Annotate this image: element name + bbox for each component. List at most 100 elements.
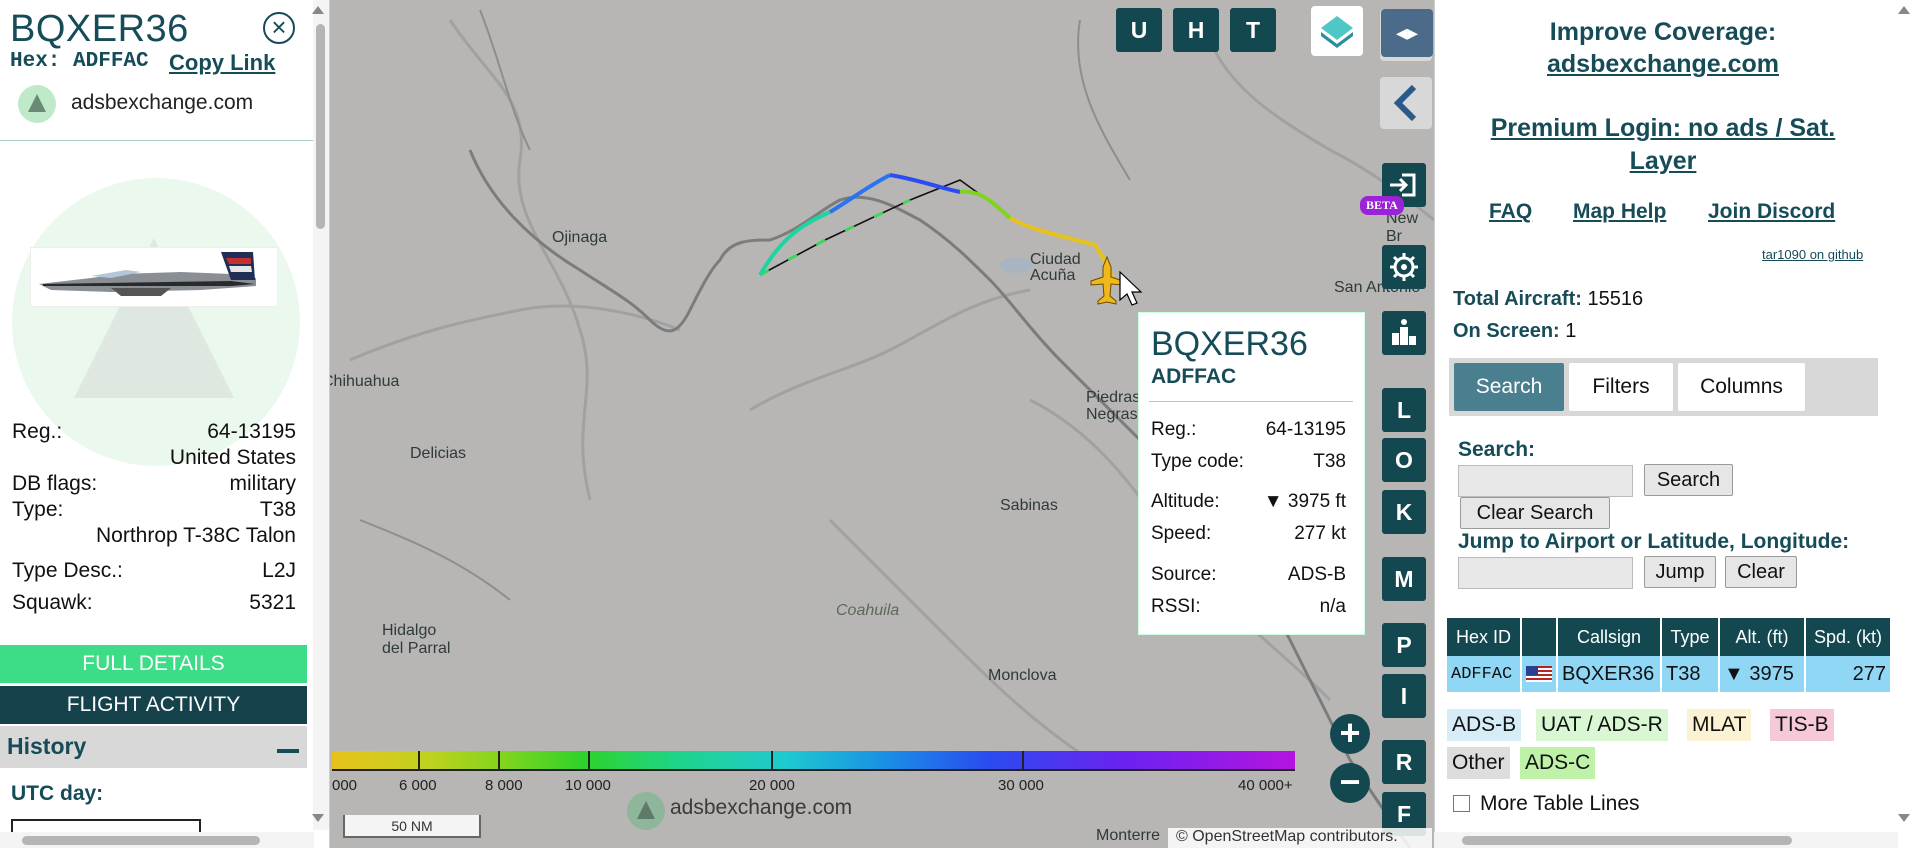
- row-callsign[interactable]: BQXER36: [1557, 656, 1662, 692]
- source-chip-adsc[interactable]: ADS-C: [1520, 747, 1596, 779]
- tab-search[interactable]: Search: [1454, 363, 1564, 411]
- table-row[interactable]: ADFFAC BQXER36 T38 ▼ 3975 277: [1447, 656, 1892, 692]
- row-hex[interactable]: ADFFAC: [1447, 656, 1522, 692]
- zoom-in-button[interactable]: +: [1330, 714, 1370, 754]
- total-aircraft-label: Total Aircraft:: [1453, 288, 1582, 310]
- typedesc-value: L2J: [262, 559, 296, 582]
- toggle-sidebar-button[interactable]: ◂▸: [1381, 9, 1433, 57]
- stats-button[interactable]: [1382, 311, 1426, 355]
- layers-button[interactable]: [1311, 6, 1363, 56]
- map-button-u[interactable]: U: [1116, 8, 1162, 52]
- left-scroll-thumb[interactable]: [316, 24, 325, 229]
- adsbexchange-logo-icon: [18, 85, 56, 123]
- right-scroll-down-icon[interactable]: [1898, 814, 1910, 822]
- panel-tabs: Search Filters Columns: [1449, 358, 1878, 416]
- flight-activity-button[interactable]: FLIGHT ACTIVITY: [0, 686, 307, 724]
- source-chip-uat[interactable]: UAT / ADS-R: [1536, 709, 1668, 741]
- map-button-i[interactable]: I: [1382, 674, 1426, 718]
- podium-icon: [1392, 319, 1416, 345]
- search-input[interactable]: [1458, 465, 1633, 497]
- close-icon[interactable]: ×: [263, 12, 295, 44]
- row-type[interactable]: T38: [1661, 656, 1720, 692]
- tab-filters[interactable]: Filters: [1569, 363, 1673, 411]
- source-chip-mlat[interactable]: MLAT: [1687, 709, 1752, 741]
- popup-source-value: ADS-B: [1287, 564, 1346, 585]
- type-label: Type:: [12, 498, 64, 521]
- improve-coverage-text: Improve Coverage:: [1549, 18, 1777, 46]
- map-button-t[interactable]: T: [1230, 8, 1276, 52]
- map-button-k[interactable]: K: [1382, 490, 1426, 534]
- map-button-o[interactable]: O: [1382, 438, 1426, 482]
- more-lines-checkbox[interactable]: [1453, 795, 1470, 812]
- premium-login-link[interactable]: Premium Login: no ads / Sat. Layer: [1455, 112, 1871, 178]
- squawk-value: 5321: [249, 591, 296, 614]
- full-details-button[interactable]: FULL DETAILS: [0, 645, 307, 683]
- join-discord-link[interactable]: Join Discord: [1708, 200, 1835, 224]
- history-section-header[interactable]: History: [0, 726, 307, 768]
- settings-button[interactable]: [1382, 245, 1426, 289]
- copy-link[interactable]: Copy Link: [169, 50, 275, 76]
- zoom-out-button[interactable]: −: [1330, 763, 1370, 803]
- search-button[interactable]: Search: [1644, 464, 1733, 496]
- dbflags-value: military: [229, 472, 297, 495]
- map-attribution[interactable]: © OpenStreetMap contributors.: [1168, 828, 1432, 848]
- source-chip-other[interactable]: Other: [1447, 747, 1510, 779]
- divider: [0, 140, 314, 141]
- utc-day-label: UTC day:: [11, 782, 104, 805]
- col-altitude[interactable]: Alt. (ft): [1719, 618, 1806, 656]
- right-hscroll-thumb[interactable]: [1462, 836, 1792, 845]
- aircraft-photo[interactable]: [30, 247, 278, 307]
- left-scrollbar[interactable]: [313, 0, 329, 830]
- scroll-up-icon[interactable]: [312, 6, 324, 14]
- right-hscrollbar[interactable]: [1434, 832, 1898, 848]
- legend-tick-label: 000: [332, 777, 358, 794]
- collapse-icon[interactable]: [277, 749, 299, 753]
- left-hscrollbar[interactable]: [0, 832, 314, 848]
- col-hex-id[interactable]: Hex ID: [1447, 618, 1522, 656]
- aircraft-table: Hex ID Callsign Type Alt. (ft) Spd. (kt)…: [1447, 618, 1892, 692]
- on-screen: On Screen: 1: [1453, 320, 1576, 343]
- map-button-l[interactable]: L: [1382, 388, 1426, 432]
- aircraft-popup[interactable]: BQXER36 ADFFAC Reg.: 64-13195 Type code:…: [1138, 312, 1365, 635]
- source-chip-tisb[interactable]: TIS-B: [1770, 709, 1834, 741]
- tab-columns[interactable]: Columns: [1678, 363, 1805, 411]
- map-button-p[interactable]: P: [1382, 623, 1426, 667]
- row-flag[interactable]: [1521, 656, 1558, 692]
- col-speed[interactable]: Spd. (kt): [1805, 618, 1892, 656]
- scroll-down-icon[interactable]: [312, 814, 324, 822]
- legend-tick: [771, 751, 773, 771]
- more-lines-label[interactable]: More Table Lines: [1480, 792, 1640, 816]
- popup-altitude-value: ▼ 3975 ft: [1263, 491, 1346, 512]
- github-link[interactable]: tar1090 on github: [1762, 247, 1863, 262]
- popup-callsign: BQXER36: [1151, 325, 1308, 363]
- beta-badge: BETA: [1360, 196, 1404, 215]
- clear-search-button[interactable]: Clear Search: [1460, 497, 1610, 529]
- left-hscroll-thumb[interactable]: [22, 836, 260, 845]
- total-aircraft: Total Aircraft: 15516: [1453, 288, 1643, 311]
- legend-tick-label: 8 000: [485, 777, 523, 794]
- improve-coverage-link[interactable]: adsbexchange.com: [1490, 50, 1836, 79]
- previous-button[interactable]: [1380, 77, 1432, 129]
- map-button-h[interactable]: H: [1173, 8, 1219, 52]
- col-callsign[interactable]: Callsign: [1557, 618, 1662, 656]
- adsbexchange-watermark-icon: [627, 792, 665, 830]
- jump-input[interactable]: [1458, 557, 1633, 589]
- right-scroll-up-icon[interactable]: [1898, 6, 1910, 14]
- map-label-sabinas: Sabinas: [1000, 497, 1058, 514]
- clear-button[interactable]: Clear: [1725, 556, 1797, 588]
- faq-link[interactable]: FAQ: [1489, 200, 1532, 224]
- jump-button[interactable]: Jump: [1644, 556, 1716, 588]
- map-help-link[interactable]: Map Help: [1573, 200, 1666, 224]
- dbflags-label: DB flags:: [12, 472, 98, 495]
- map-label-ojinaga: Ojinaga: [552, 229, 608, 246]
- on-screen-value: 1: [1565, 320, 1577, 342]
- row-altitude[interactable]: ▼ 3975: [1719, 656, 1806, 692]
- col-flag[interactable]: [1521, 618, 1558, 656]
- row-speed[interactable]: 277: [1805, 656, 1892, 692]
- legend-tick: [498, 751, 500, 771]
- map-button-m[interactable]: M: [1382, 557, 1426, 601]
- source-chip-adsb[interactable]: ADS-B: [1447, 709, 1522, 741]
- col-type[interactable]: Type: [1661, 618, 1720, 656]
- popup-reg-value: 64-13195: [1265, 419, 1346, 440]
- map-button-r[interactable]: R: [1382, 740, 1426, 784]
